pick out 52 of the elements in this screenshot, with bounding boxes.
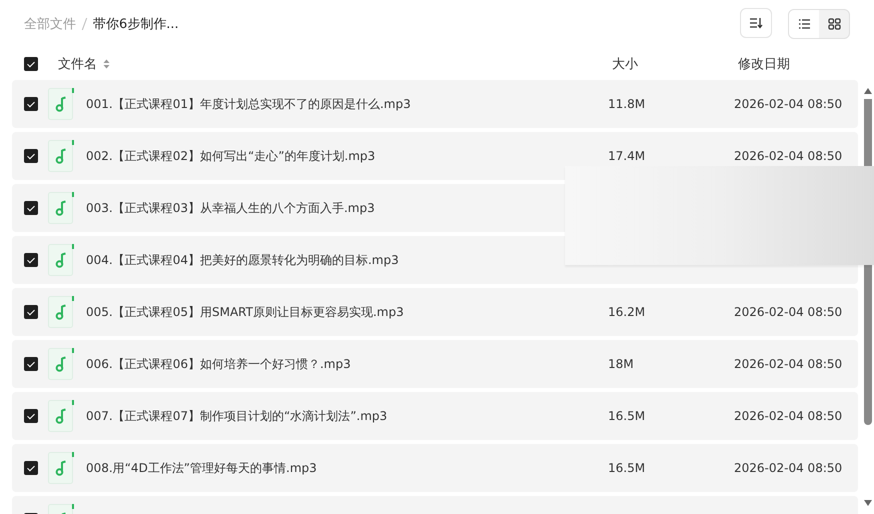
file-name[interactable]: 003.【正式课程03】从幸福人生的八个方面入手.mp3 [86,200,375,216]
checkbox[interactable] [24,97,38,111]
checkbox[interactable] [24,149,38,163]
music-file-icon [48,88,74,120]
music-file-icon [48,296,74,328]
file-name[interactable]: 007.【正式课程07】制作项目计划的“水滴计划法”.mp3 [86,408,388,424]
file-row[interactable]: 008.用“4D工作法”管理好每天的事情.mp3 16.5M 2026-02-04 08:50 [12,444,858,492]
modified-date: 2026-02-04 08:50 [734,149,842,163]
column-header[interactable]: 文件名 [58,55,97,73]
sort-button[interactable] [740,8,772,38]
file-row[interactable]: 005.【正式课程05】用SMART原则让目标更容易实现.mp3 16.2M 2026-02-04 08:50 [12,288,858,336]
checkbox[interactable] [24,409,38,423]
file-name[interactable]: 002.【正式课程02】如何写出“走心”的年度计划.mp3 [86,148,376,164]
file-name[interactable]: 001.【正式课程01】年度计划总实现不了的原因是什么.mp3 [86,96,411,112]
list-icon [798,18,810,30]
list-view-button[interactable] [789,10,819,38]
file-size: 11.8M [608,97,646,111]
file-size: 17.4M [608,149,646,163]
file-size: 16.5M [608,461,646,475]
file-row[interactable]: 007.【正式课程07】制作项目计划的“水滴计划法”.mp3 16.5M 2026-02-04 08:50 [12,392,858,440]
file-row[interactable]: 001.【正式课程01】年度计划总实现不了的原因是什么.mp3 11.8M 2026-02-04 08:50 [12,80,858,128]
music-file-icon [48,348,74,380]
checkbox[interactable] [24,305,38,319]
file-name[interactable]: 006.【正式课程06】如何培养一个好习惯？.mp3 [86,356,351,372]
modified-date: 2026-02-04 08:50 [734,461,842,475]
modified-date: 2026-02-04 08:50 [734,357,842,371]
modified-date: 2026-02-04 08:50 [734,305,842,319]
modified-date: 2026-02-04 08:50 [734,97,842,111]
sort-arrows-icon[interactable] [103,59,110,69]
file-size: 18M [608,357,634,371]
checkbox[interactable] [24,57,38,71]
breadcrumb-current[interactable]: 带你6步制作... [93,15,179,33]
checkbox[interactable] [24,461,38,475]
modified-date: 2026-02-04 08:50 [734,409,842,423]
column-header[interactable]: 大小 [612,55,738,73]
file-name[interactable]: 008.用“4D工作法”管理好每天的事情.mp3 [86,460,317,476]
file-name[interactable]: 004.【正式课程04】把美好的愿景转化为明确的目标.mp3 [86,252,399,268]
sort-icon [749,17,763,29]
file-name[interactable]: 005.【正式课程05】用SMART原则让目标更容易实现.mp3 [86,304,404,320]
checkbox[interactable] [24,253,38,267]
checkbox[interactable] [24,357,38,371]
checkbox[interactable] [24,201,38,215]
music-file-icon [48,400,74,432]
music-file-icon [48,452,74,484]
music-file-icon [48,244,74,276]
column-header[interactable]: 修改日期 [738,55,862,73]
file-size: 16.5M [608,409,646,423]
file-row[interactable]: 006.【正式课程06】如何培养一个好习惯？.mp3 18M 2026-02-04 08:50 [12,340,858,388]
file-size: 16.2M [608,305,646,319]
music-file-icon [48,192,74,224]
grid-icon [828,18,840,30]
music-file-icon [48,140,74,172]
